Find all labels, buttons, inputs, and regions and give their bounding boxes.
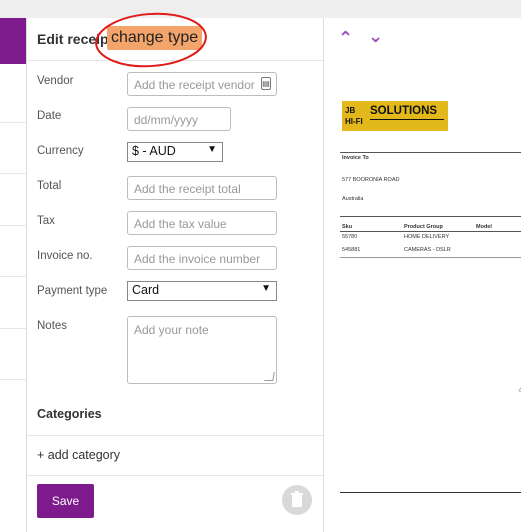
payment-type-value: Card [132,283,160,297]
trash-icon[interactable] [282,485,312,515]
currency-label: Currency [37,145,84,157]
add-category-link[interactable]: + add category [37,448,120,462]
tax-placeholder: Add the tax value [134,217,227,231]
notes-label: Notes [37,320,68,332]
company-logo: JB HI-FI SOLUTIONS [342,101,448,131]
panel-header: Edit receipt change type [27,12,323,68]
nav-divider [0,379,26,380]
left-nav-strip [0,18,27,532]
col-model: Model [476,224,492,230]
chevron-up-icon[interactable]: ⌃ [338,28,353,49]
row1-group: HOME DELIVERY [404,234,450,240]
nav-divider [0,122,26,123]
col-group: Product Group [404,224,443,230]
logo-text: SOLUTIONS [370,105,438,117]
resize-handle-icon[interactable] [264,372,275,381]
notes-textarea[interactable]: Add your note [127,316,277,384]
logo-underline [370,119,444,120]
doc-rule [340,231,521,232]
nav-divider [0,173,26,174]
notes-placeholder: Add your note [134,323,209,337]
vendor-field[interactable]: Add the receipt vendor ▤ [127,72,277,96]
address-line1: 577 BOORONIA ROAD [342,177,400,183]
row2-sku: 545881 [342,247,361,253]
divider [27,475,323,476]
top-bar [0,0,521,18]
address-line2: Australia [342,196,364,202]
tax-label: Tax [37,215,55,227]
date-label: Date [37,110,62,122]
nav-divider [0,276,26,277]
doc-rule [340,152,521,153]
vendor-placeholder: Add the receipt vendor [134,78,255,92]
total-label: Total [37,180,62,192]
total-field[interactable]: Add the receipt total [127,176,277,200]
doc-rule [340,216,521,217]
currency-select[interactable]: $ - AUD ▼ [127,142,223,162]
row2-group: CAMERAS - DSLR [404,247,451,253]
divider [27,435,323,436]
annotation-circle [95,12,207,68]
chevron-down-icon[interactable]: ⌃ [368,24,383,45]
nav-divider [0,328,26,329]
payment-type-select[interactable]: Card ▼ [127,281,277,301]
doc-rule [340,257,521,258]
date-placeholder: dd/mm/yyyy [134,113,199,127]
dropdown-arrow-icon: ▼ [207,144,217,155]
edit-receipt-panel: Edit receipt change type Vendor Add the … [27,12,324,532]
tax-field[interactable]: Add the tax value [127,211,277,235]
nav-divider [0,225,26,226]
categories-heading: Categories [37,407,102,421]
vendor-label: Vendor [37,75,74,87]
invoice-placeholder: Add the invoice number [134,252,261,266]
receipt-image: JB HI-FI SOLUTIONS Invoice To 577 BOORONI… [338,66,521,532]
row1-sku: 55780 [342,234,358,240]
dropdown-arrow-icon: ▼ [261,283,271,294]
contact-card-icon[interactable]: ▤ [261,77,271,90]
save-button[interactable]: Save [37,484,94,518]
logo-mark: JB HI-FI [345,106,363,126]
date-field[interactable]: dd/mm/yyyy [127,107,231,131]
col-sku: Sku [342,224,353,230]
currency-value: $ - AUD [132,144,176,158]
receipt-preview: ⌃ ⌃ JB HI-FI SOLUTIONS Invoice To 577 BOO… [324,18,521,532]
payment-type-label: Payment type [37,285,108,297]
nav-active-item[interactable] [0,18,26,64]
invoice-number-field[interactable]: Add the invoice number [127,246,277,270]
invoice-label: Invoice no. [37,250,93,262]
invoice-to-label: Invoice To [342,155,369,161]
doc-rule [340,492,521,493]
total-placeholder: Add the receipt total [134,182,241,196]
